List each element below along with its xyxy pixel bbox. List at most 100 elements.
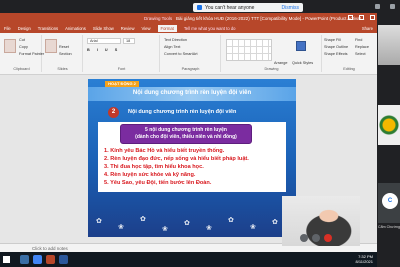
clock[interactable]: 7:32 PM 8/11/2021 (356, 254, 374, 264)
flower-decoration: ✿ ❀ ✿ ❀ ✿ ❀ ✿ ❀ ✿ (88, 197, 296, 237)
tab-file[interactable]: File (4, 26, 11, 31)
font-size-box[interactable]: 18 (123, 38, 135, 44)
file-explorer-icon[interactable] (20, 255, 29, 264)
text-direction-button[interactable]: Text Direction (164, 38, 187, 42)
people-icon[interactable] (375, 4, 380, 9)
mic-icon[interactable] (300, 234, 308, 242)
quick-styles-button[interactable]: Quick Styles (292, 61, 313, 65)
slide[interactable]: HOẠT ĐỘNG 2 Nội dung chương trình rèn lu… (88, 79, 296, 237)
section-button[interactable]: Section (59, 52, 72, 56)
tab-slide-show[interactable]: Slide Show (93, 26, 114, 31)
flower-icon: ✿ (96, 218, 102, 225)
participant-name: Cẩm Chướng (378, 225, 400, 229)
clipboard-group: Cut Copy Format Painter Clipboard (2, 35, 44, 72)
tab-review[interactable]: Review (121, 26, 135, 31)
close-icon[interactable] (370, 15, 375, 20)
shape-effects-button[interactable]: Shape Effects (324, 52, 348, 56)
align-text-button[interactable]: Align Text (164, 45, 180, 49)
clipboard-label: Clipboard (13, 67, 30, 71)
tab-format[interactable]: Format (157, 25, 177, 32)
chat-icon[interactable] (390, 4, 395, 9)
arrange-button[interactable]: Arrange (274, 61, 288, 65)
word-icon[interactable] (59, 255, 68, 264)
document-title: Bài giảng tiết khóa HUĐ (2016-2022) TTT … (176, 16, 365, 21)
tab-transitions[interactable]: Transitions (38, 26, 58, 31)
camera-icon[interactable] (312, 234, 320, 242)
ribbon-tabs: File Design Transitions Animations Slide… (0, 24, 377, 33)
avatar: C (382, 193, 398, 209)
select-button[interactable]: Select (355, 52, 366, 56)
list-item: 5. Yêu Sao, yêu Đội, tiến bước lên Đoàn. (104, 180, 212, 186)
maximize-icon[interactable] (359, 15, 364, 20)
font-group: Arial 18 B I U S Font (84, 35, 160, 72)
drawing-tools-label: Drawing Tools (144, 16, 173, 21)
editing-label: Editing (343, 67, 355, 71)
ribbon: Cut Copy Format Painter Clipboard Reset … (0, 33, 377, 75)
purple-header-line1: 5 nội dung chương trình rèn luyện (145, 127, 227, 133)
purple-header-line2: (dành cho đội viên, thiếu niên và nhi đồ… (135, 134, 237, 140)
participant-tile[interactable] (378, 105, 400, 145)
flower-icon: ✿ (272, 219, 278, 226)
notice-text: You can't hear anyone (205, 4, 255, 11)
reset-button[interactable]: Reset (59, 45, 69, 49)
slides-label: Slides (57, 67, 68, 71)
windows-start-icon[interactable] (3, 256, 10, 263)
shape-fill-button[interactable]: Shape Fill (324, 38, 341, 42)
font-label: Font (117, 67, 126, 71)
chrome-icon[interactable] (33, 255, 42, 264)
drawing-label: Drawing (264, 67, 279, 71)
section-number-badge: 2 (108, 107, 119, 118)
participant-tile[interactable]: C (378, 183, 400, 223)
list-item: 1. Kính yêu Bác Hồ và hiểu biết truyền t… (104, 148, 225, 154)
powerpoint-icon[interactable] (46, 255, 55, 264)
paragraph-group: Text Direction Align Text Convert to Sma… (161, 35, 221, 72)
bold-italic-underline[interactable]: B I U S (87, 48, 120, 52)
section-subtitle: Nội dung chương trình rèn luyện đội viên (128, 109, 237, 115)
self-video[interactable] (282, 196, 360, 246)
flower-icon: ❀ (250, 224, 256, 231)
screen: You can't hear anyone Dismiss Drawing To… (0, 0, 400, 267)
flower-icon: ❀ (118, 224, 124, 231)
find-button[interactable]: Find (355, 38, 362, 42)
new-slide-icon[interactable] (45, 39, 57, 53)
format-painter-button[interactable]: Format Painter (19, 52, 44, 56)
audio-notice: You can't hear anyone Dismiss (193, 3, 303, 12)
paste-icon[interactable] (4, 39, 16, 53)
flower-icon: ✿ (184, 220, 190, 227)
participant-panel: C Cẩm Chướng (377, 13, 400, 267)
list-item: 3. Thi đua học tập, tìm hiểu khoa học. (104, 164, 204, 170)
date: 8/11/2021 (355, 259, 374, 264)
end-call-icon[interactable] (324, 234, 332, 242)
minimize-icon[interactable] (348, 15, 353, 20)
slides-group: Reset Section Slides (43, 35, 83, 72)
taskbar: 7:32 PM 8/11/2021 (0, 252, 377, 267)
flower-icon: ❀ (162, 226, 168, 233)
list-item: 4. Rèn luyện sức khỏe và kỹ năng. (104, 172, 196, 178)
replace-button[interactable]: Replace (355, 45, 369, 49)
share-button[interactable]: Share (362, 26, 373, 31)
cut-button[interactable]: Cut (19, 38, 25, 42)
call-controls (300, 234, 332, 242)
tab-view[interactable]: View (142, 26, 151, 31)
flower-icon: ✿ (228, 217, 234, 224)
drawing-group: Arrange Quick Styles Drawing (222, 35, 322, 72)
shape-outline-button[interactable]: Shape Outline (324, 45, 348, 49)
title-bar: Drawing Tools Bài giảng tiết khóa HUĐ (2… (0, 13, 377, 24)
convert-smartart-button[interactable]: Convert to SmartArt (164, 52, 198, 56)
tell-me-box[interactable]: Tell me what you want to do (184, 26, 236, 31)
font-name-box[interactable]: Arial (87, 38, 121, 44)
participant-tile[interactable] (378, 25, 400, 65)
list-item: 2. Rèn luyện đạo đức, nếp sống và hiểu b… (104, 156, 249, 162)
editing-group: Shape Fill Shape Outline Shape Effects F… (323, 35, 375, 72)
copy-button[interactable]: Copy (19, 45, 28, 49)
quick-styles-icon[interactable] (296, 41, 306, 51)
dismiss-link[interactable]: Dismiss (282, 5, 300, 11)
tab-design[interactable]: Design (18, 26, 31, 31)
tab-animations[interactable]: Animations (65, 26, 86, 31)
flower-icon: ✿ (140, 216, 146, 223)
flower-icon: ❀ (206, 225, 212, 232)
shapes-gallery[interactable] (226, 39, 272, 61)
info-icon (197, 5, 202, 10)
meet-top-bar: You can't hear anyone Dismiss (0, 0, 400, 13)
window-controls (348, 15, 375, 20)
